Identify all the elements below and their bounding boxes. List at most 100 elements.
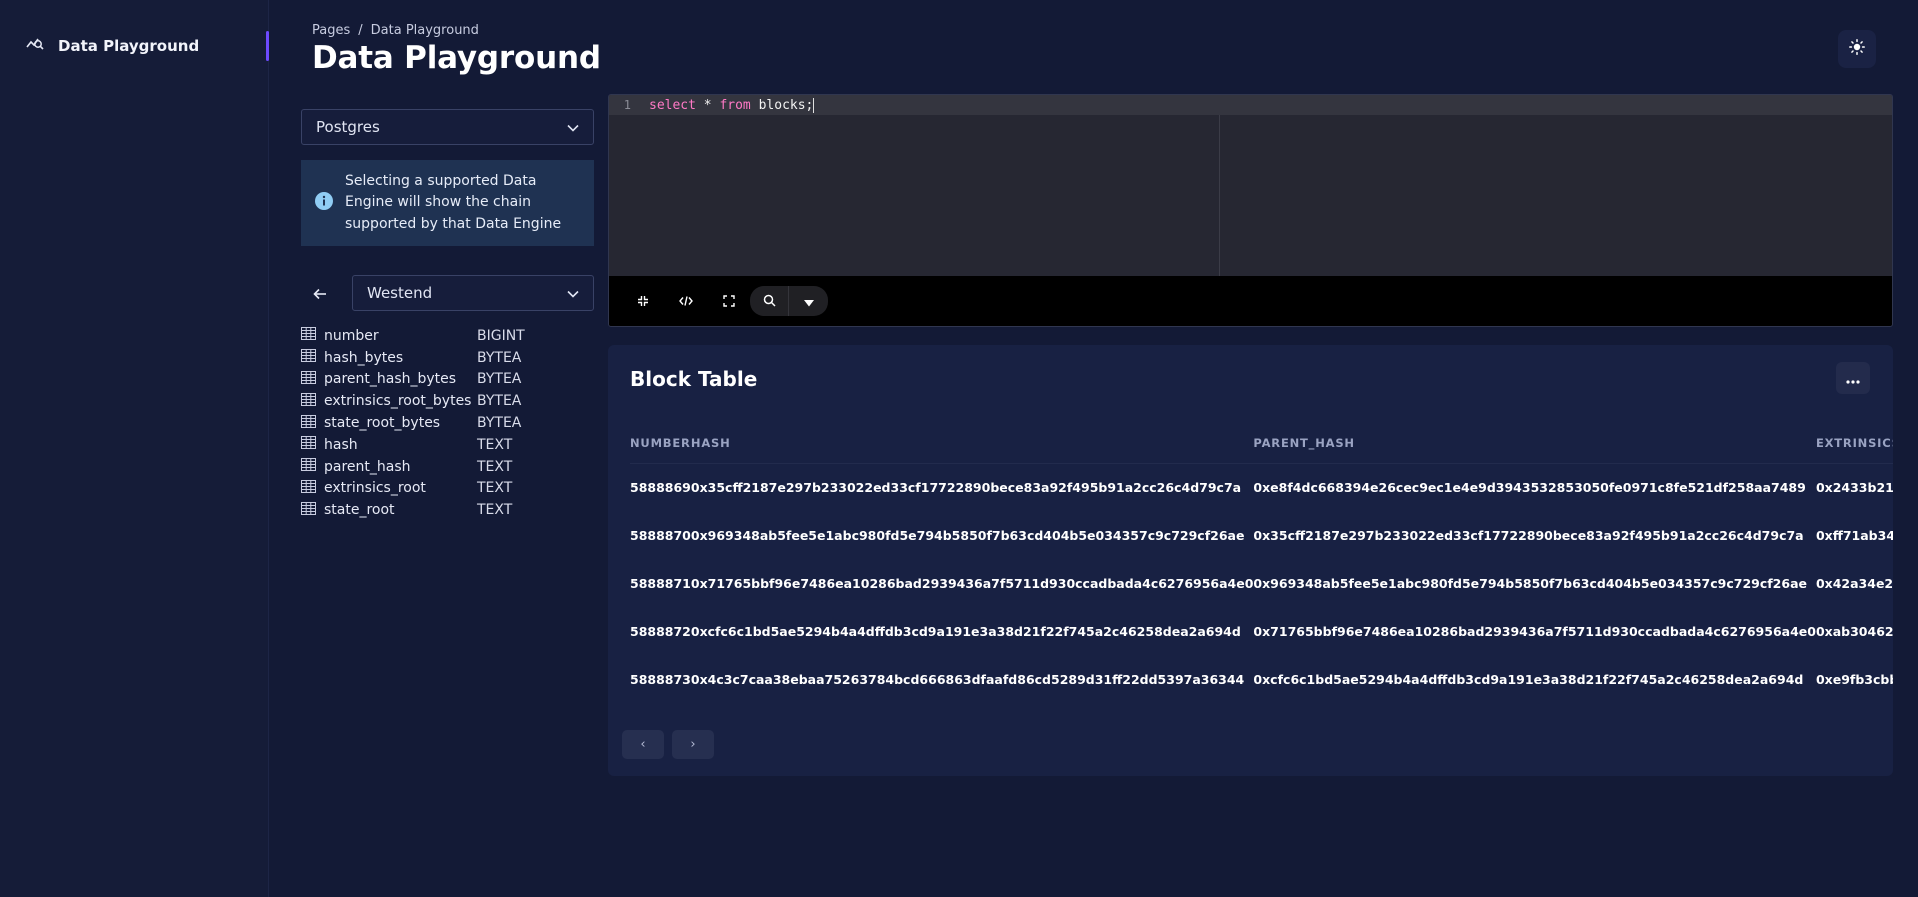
dropdown-button[interactable] bbox=[788, 286, 828, 316]
cell-extrinsics-root: 0x2433b21b13313ef91007c bbox=[1815, 479, 1893, 495]
code-rest: blocks; bbox=[750, 97, 814, 113]
info-icon bbox=[315, 192, 333, 214]
cell-parent-hash: 0x969348ab5fee5e1abc980fd5e794b5850f7b63… bbox=[1253, 575, 1807, 591]
chevron-down-icon bbox=[567, 118, 579, 136]
column-type: BYTEA bbox=[477, 349, 522, 366]
table-row[interactable]: 5888873 0x4c3c7caa38ebaa75263784bcd666863… bbox=[630, 655, 1893, 703]
column-type: TEXT bbox=[477, 480, 513, 497]
table-icon bbox=[301, 479, 316, 497]
results-table: NUMBER HASH PARENT_HASH EXTRINSICS_ROOT … bbox=[630, 423, 1893, 703]
schema-column-row[interactable]: hash TEXT bbox=[301, 434, 596, 456]
cell-extrinsics-root: 0x42a34e2c966ffb7057af bbox=[1815, 575, 1893, 591]
info-text: Selecting a supported Data Engine will s… bbox=[345, 172, 562, 232]
table-icon bbox=[301, 501, 316, 519]
collapse-button[interactable] bbox=[621, 286, 664, 316]
page-title: Data Playground bbox=[312, 40, 601, 76]
column-header-extrinsics-root[interactable]: EXTRINSICS_ROOT bbox=[1816, 423, 1893, 463]
arrow-left-icon bbox=[313, 285, 327, 304]
cell-hash: 0x969348ab5fee5e1abc980fd5e794b5850f7b63… bbox=[690, 527, 1245, 543]
sun-icon bbox=[1849, 39, 1865, 59]
back-button[interactable] bbox=[308, 282, 332, 306]
editor-code[interactable]: select * from blocks; bbox=[649, 97, 815, 113]
column-name: parent_hash_bytes bbox=[324, 371, 457, 388]
sidebar: Data Playground bbox=[0, 0, 269, 897]
table-row[interactable]: 5888870 0x969348ab5fee5e1abc980fd5e794b58… bbox=[630, 511, 1893, 559]
column-type: TEXT bbox=[477, 436, 513, 453]
text-caret bbox=[813, 97, 815, 113]
theme-toggle-button[interactable] bbox=[1838, 30, 1876, 68]
chevron-down-icon bbox=[567, 284, 579, 302]
table-icon bbox=[301, 349, 316, 366]
search-group bbox=[750, 286, 828, 316]
schema-column-row[interactable]: state_root_bytes BYTEA bbox=[301, 412, 596, 434]
chain-select-value: Westend bbox=[367, 284, 433, 302]
schema-column-row[interactable]: extrinsics_root_bytes BYTEA bbox=[301, 390, 596, 412]
table-icon bbox=[301, 392, 316, 410]
code-icon bbox=[678, 292, 693, 311]
cell-number: 5888873 bbox=[630, 671, 691, 687]
fullscreen-icon bbox=[722, 292, 735, 311]
sql-editor[interactable]: 1 select * from blocks; bbox=[608, 94, 1893, 327]
column-name: state_root bbox=[324, 502, 395, 519]
editor-split-divider[interactable] bbox=[1219, 115, 1220, 278]
info-alert: Selecting a supported Data Engine will s… bbox=[301, 160, 594, 246]
schema-column-row[interactable]: state_root TEXT bbox=[301, 499, 596, 521]
cell-extrinsics-root: 0xe9fb3cbb0372dd5bd4e bbox=[1815, 671, 1893, 687]
column-name: extrinsics_root_bytes bbox=[324, 393, 472, 410]
column-type: BYTEA bbox=[477, 371, 522, 388]
cell-hash: 0x35cff2187e297b233022ed33cf17722890bece… bbox=[690, 479, 1242, 495]
chain-select[interactable]: Westend bbox=[352, 275, 594, 311]
engine-select[interactable]: Postgres bbox=[301, 109, 594, 145]
search-button[interactable] bbox=[750, 286, 788, 316]
column-header-parent-hash[interactable]: PARENT_HASH bbox=[1253, 423, 1816, 463]
column-type: TEXT bbox=[477, 502, 513, 519]
cell-number: 5888872 bbox=[630, 623, 691, 639]
cell-hash: 0x4c3c7caa38ebaa75263784bcd666863dfaafd8… bbox=[690, 671, 1245, 687]
table-row[interactable]: 5888871 0x71765bbf96e7486ea10286bad293943… bbox=[630, 559, 1893, 607]
breadcrumb: Pages / Data Playground bbox=[312, 23, 479, 38]
column-header-number[interactable]: NUMBER bbox=[630, 423, 691, 463]
code-star: * bbox=[695, 97, 720, 113]
table-icon bbox=[301, 414, 316, 432]
column-header-hash[interactable]: HASH bbox=[691, 423, 1254, 463]
more-horizontal-icon bbox=[1846, 369, 1860, 388]
table-header-row: NUMBER HASH PARENT_HASH EXTRINSICS_ROOT bbox=[630, 423, 1893, 463]
column-name: hash_bytes bbox=[324, 349, 404, 366]
schema-column-row[interactable]: parent_hash_bytes BYTEA bbox=[301, 369, 596, 391]
cell-parent-hash: 0x71765bbf96e7486ea10286bad2939436a7f571… bbox=[1253, 623, 1816, 639]
prev-page-button[interactable]: ‹ bbox=[622, 730, 664, 759]
search-icon bbox=[763, 292, 776, 311]
format-code-button[interactable] bbox=[664, 286, 707, 316]
more-options-button[interactable] bbox=[1836, 362, 1870, 394]
card-title: Block Table bbox=[630, 367, 758, 391]
column-name: parent_hash bbox=[324, 458, 411, 475]
breadcrumb-current: Data Playground bbox=[370, 23, 479, 38]
table-icon bbox=[301, 327, 316, 344]
schema-list: number BIGINT hash_bytes BYTEA parent_hash_b… bbox=[301, 325, 596, 521]
cell-hash: 0x71765bbf96e7486ea10286bad2939436a7f571… bbox=[690, 575, 1254, 591]
collapse-icon bbox=[637, 292, 649, 311]
fullscreen-button[interactable] bbox=[707, 286, 750, 316]
schema-column-row[interactable]: parent_hash TEXT bbox=[301, 456, 596, 478]
line-number: 1 bbox=[623, 98, 631, 112]
breadcrumb-root[interactable]: Pages bbox=[312, 23, 350, 38]
table-row[interactable]: 5888872 0xcfc6c1bd5ae5294b4a4dffdb3cd9a19… bbox=[630, 607, 1893, 655]
schema-column-row[interactable]: extrinsics_root TEXT bbox=[301, 478, 596, 500]
sidebar-item-data-playground[interactable]: Data Playground bbox=[0, 28, 269, 64]
caret-down-icon bbox=[803, 292, 814, 311]
column-name: number bbox=[324, 327, 379, 344]
editor-toolbar bbox=[609, 276, 1892, 326]
column-type: BYTEA bbox=[477, 393, 522, 410]
column-type: TEXT bbox=[477, 458, 513, 475]
column-type: BIGINT bbox=[477, 327, 525, 344]
next-page-button[interactable]: › bbox=[672, 730, 714, 759]
editor-line[interactable]: 1 select * from blocks; bbox=[609, 95, 1892, 115]
cell-number: 5888870 bbox=[630, 527, 691, 543]
cell-number: 5888869 bbox=[630, 479, 691, 495]
table-row[interactable]: 5888869 0x35cff2187e297b233022ed33cf17722… bbox=[630, 463, 1893, 511]
table-icon bbox=[301, 370, 316, 388]
schema-column-row[interactable]: hash_bytes BYTEA bbox=[301, 347, 596, 369]
column-name: extrinsics_root bbox=[324, 480, 426, 497]
schema-column-row[interactable]: number BIGINT bbox=[301, 325, 596, 347]
cell-parent-hash: 0x35cff2187e297b233022ed33cf17722890bece… bbox=[1253, 527, 1804, 543]
